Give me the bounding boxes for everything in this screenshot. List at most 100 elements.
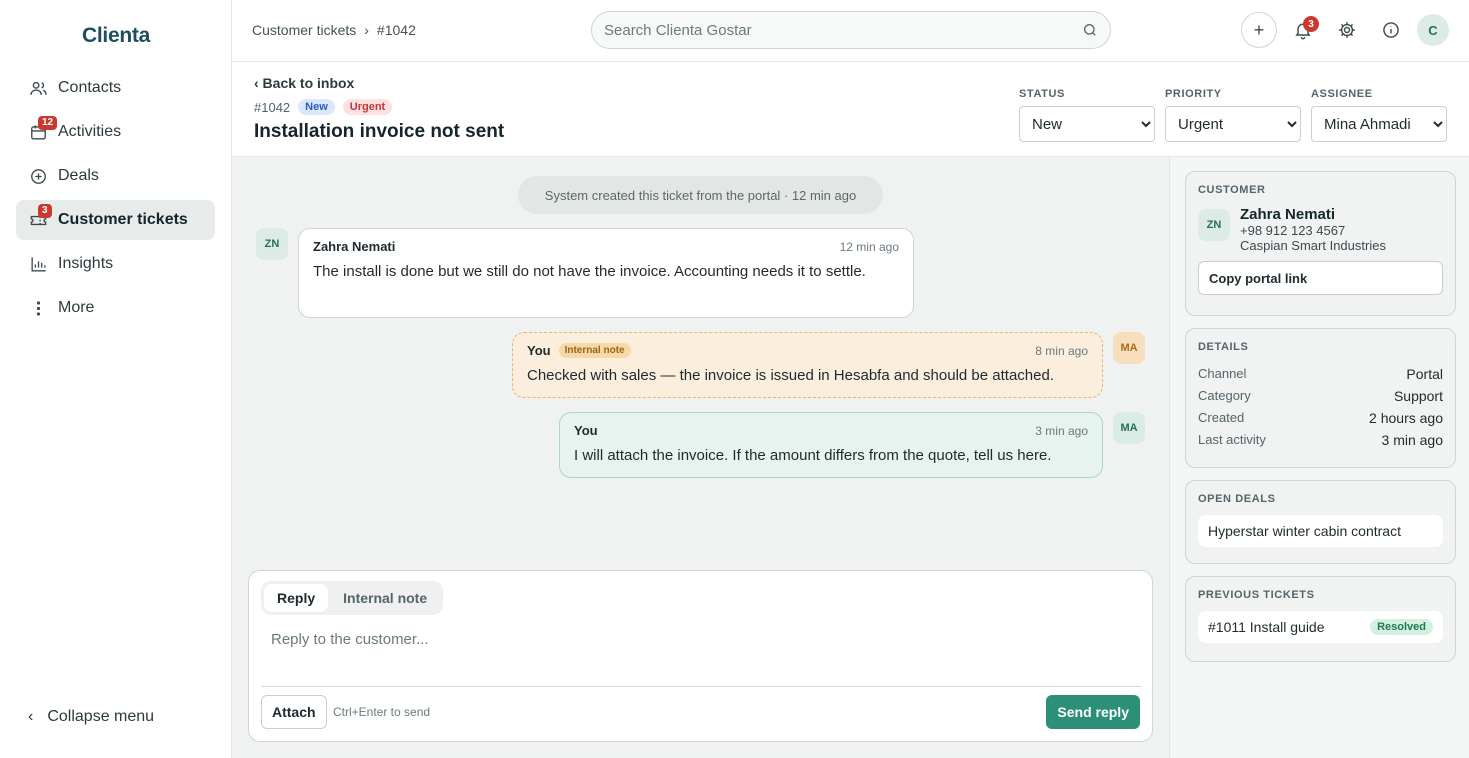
previous-tickets-card: PREVIOUS TICKETS #1011 Install guide Res… [1185, 576, 1456, 662]
detail-value: Portal [1406, 366, 1443, 382]
plus-circle-icon [28, 166, 48, 186]
ticket-header: ‹ Back to inbox #1042 New Urgent Install… [232, 62, 1469, 157]
sidebar-item-label: More [58, 299, 95, 316]
customer-message: Zahra Nemati 12 min ago The install is d… [298, 228, 914, 318]
message-author: You [574, 423, 598, 438]
priority-label: PRIORITY [1165, 88, 1222, 100]
reply-composer: Reply Internal note Attach Ctrl+Enter to… [248, 570, 1153, 742]
breadcrumb: Customer tickets › #1042 [252, 22, 416, 38]
customer-name[interactable]: Zahra Nemati [1240, 206, 1386, 223]
notifications-badge: 3 [1303, 16, 1319, 32]
sidebar-item-label: Activities [58, 123, 122, 140]
tab-internal-note[interactable]: Internal note [330, 584, 440, 612]
search-input[interactable] [592, 12, 1062, 48]
details-card-title: DETAILS [1198, 341, 1249, 353]
page-title: Installation invoice not sent [254, 121, 505, 142]
topbar: Customer tickets › #1042 + 3 C [232, 0, 1469, 62]
activities-badge: 12 [38, 116, 58, 130]
breadcrumb-separator: › [364, 22, 369, 38]
detail-value: Support [1393, 388, 1443, 404]
more-vertical-icon [28, 298, 48, 318]
sidebar-item-customer-tickets[interactable]: 3 Customer tickets [16, 200, 215, 240]
attach-button[interactable]: Attach [261, 695, 327, 729]
settings-button[interactable] [1329, 12, 1365, 48]
message-body: Checked with sales — the invoice is issu… [527, 367, 1054, 384]
status-badge: New [298, 99, 335, 115]
status-label: STATUS [1019, 88, 1065, 100]
open-deals-title: OPEN DEALS [1198, 493, 1276, 505]
customer-card: CUSTOMER ZN Zahra Nemati +98 912 123 456… [1185, 171, 1456, 316]
sidebar-item-deals[interactable]: Deals [16, 156, 215, 196]
detail-key: Category [1198, 388, 1251, 403]
back-to-inbox-link[interactable]: ‹ Back to inbox [254, 75, 354, 91]
detail-row: Last activity 3 min ago [1198, 429, 1443, 451]
assignee-select[interactable]: Mina Ahmadi [1311, 106, 1447, 142]
status-select[interactable]: NewOpenPendingResolved [1019, 106, 1155, 142]
previous-tickets-title: PREVIOUS TICKETS [1198, 589, 1315, 601]
detail-key: Channel [1198, 366, 1247, 381]
priority-select[interactable]: LowNormalHighUrgent [1165, 106, 1301, 142]
collapse-menu-label: Collapse menu [47, 708, 155, 725]
search-box [591, 11, 1111, 49]
tab-reply[interactable]: Reply [264, 584, 329, 612]
message-author-wrap: You Internal note [527, 343, 631, 358]
previous-ticket-label: #1011 Install guide [1208, 619, 1325, 635]
conversation-thread: System created this ticket from the port… [232, 157, 1169, 758]
composer-divider [261, 686, 1141, 687]
copy-portal-link-button[interactable]: Copy portal link [1198, 261, 1443, 295]
bar-chart-icon [28, 254, 48, 274]
status-field: STATUS NewOpenPendingResolved [1019, 88, 1155, 142]
reply-input[interactable] [261, 627, 1139, 683]
ticket-sidebar: CUSTOMER ZN Zahra Nemati +98 912 123 456… [1169, 157, 1469, 758]
detail-row: Created 2 hours ago [1198, 407, 1443, 429]
message-author: You [527, 343, 551, 358]
previous-ticket-item[interactable]: #1011 Install guide Resolved [1198, 611, 1443, 643]
collapse-menu-button[interactable]: ‹ Collapse menu [28, 708, 154, 726]
customer-phone: +98 912 123 4567 [1240, 223, 1346, 238]
chevron-left-icon: ‹ [28, 708, 34, 725]
search-icon[interactable] [1082, 22, 1098, 38]
deal-item[interactable]: Hyperstar winter cabin contract [1198, 515, 1443, 547]
sidebar-item-activities[interactable]: 12 Activities [16, 112, 215, 152]
message-time: 12 min ago [839, 239, 899, 254]
ticket-id: #1042 [254, 99, 291, 115]
detail-row: Category Support [1198, 385, 1443, 407]
internal-note-message: You Internal note 8 min ago Checked with… [512, 332, 1103, 398]
assignee-label: ASSIGNEE [1311, 88, 1373, 100]
ticket-meta: #1042 New Urgent [254, 99, 393, 115]
sidebar-item-more[interactable]: More [16, 288, 215, 328]
message-time: 8 min ago [1035, 343, 1088, 358]
breadcrumb-current: #1042 [376, 22, 416, 38]
tickets-badge: 3 [38, 204, 52, 218]
agent-message: You 3 min ago I will attach the invoice.… [559, 412, 1103, 478]
top-actions: + 3 C [1241, 12, 1449, 48]
detail-key: Created [1198, 410, 1245, 425]
message-body: I will attach the invoice. If the amount… [574, 447, 1052, 464]
avatar: ZN [1198, 209, 1230, 241]
sidebar-item-insights[interactable]: Insights [16, 244, 215, 284]
internal-note-tag: Internal note [558, 343, 631, 358]
sidebar-item-contacts[interactable]: Contacts [16, 68, 215, 108]
composer-tabs: Reply Internal note [261, 581, 444, 615]
message-body: The install is done but we still do not … [313, 263, 866, 280]
app-logo[interactable]: Clienta [0, 24, 232, 48]
gear-icon [1339, 22, 1355, 38]
sidebar-nav: Contacts 12 Activities Deals 3 Customer … [16, 68, 215, 332]
info-icon [1383, 22, 1399, 38]
notifications-button[interactable]: 3 [1285, 12, 1321, 48]
open-deals-card: OPEN DEALS Hyperstar winter cabin contra… [1185, 480, 1456, 564]
detail-key: Last activity [1198, 432, 1266, 447]
customer-info: ZN Zahra Nemati +98 912 123 4567 Caspian… [1198, 206, 1443, 253]
send-hint: Ctrl+Enter to send [333, 705, 431, 719]
resolved-badge: Resolved [1370, 619, 1433, 635]
add-button[interactable]: + [1241, 12, 1277, 48]
user-avatar[interactable]: C [1417, 14, 1449, 46]
send-reply-button[interactable]: Send reply [1046, 695, 1140, 729]
avatar: MA [1113, 332, 1145, 364]
priority-field: PRIORITY LowNormalHighUrgent [1165, 88, 1301, 142]
customer-company: Caspian Smart Industries [1240, 238, 1386, 253]
breadcrumb-parent[interactable]: Customer tickets [252, 22, 356, 38]
help-button[interactable] [1373, 12, 1409, 48]
details-card: DETAILS Channel Portal Category Support … [1185, 328, 1456, 468]
sidebar: Clienta Contacts 12 Activities Deals 3 C… [0, 0, 232, 758]
